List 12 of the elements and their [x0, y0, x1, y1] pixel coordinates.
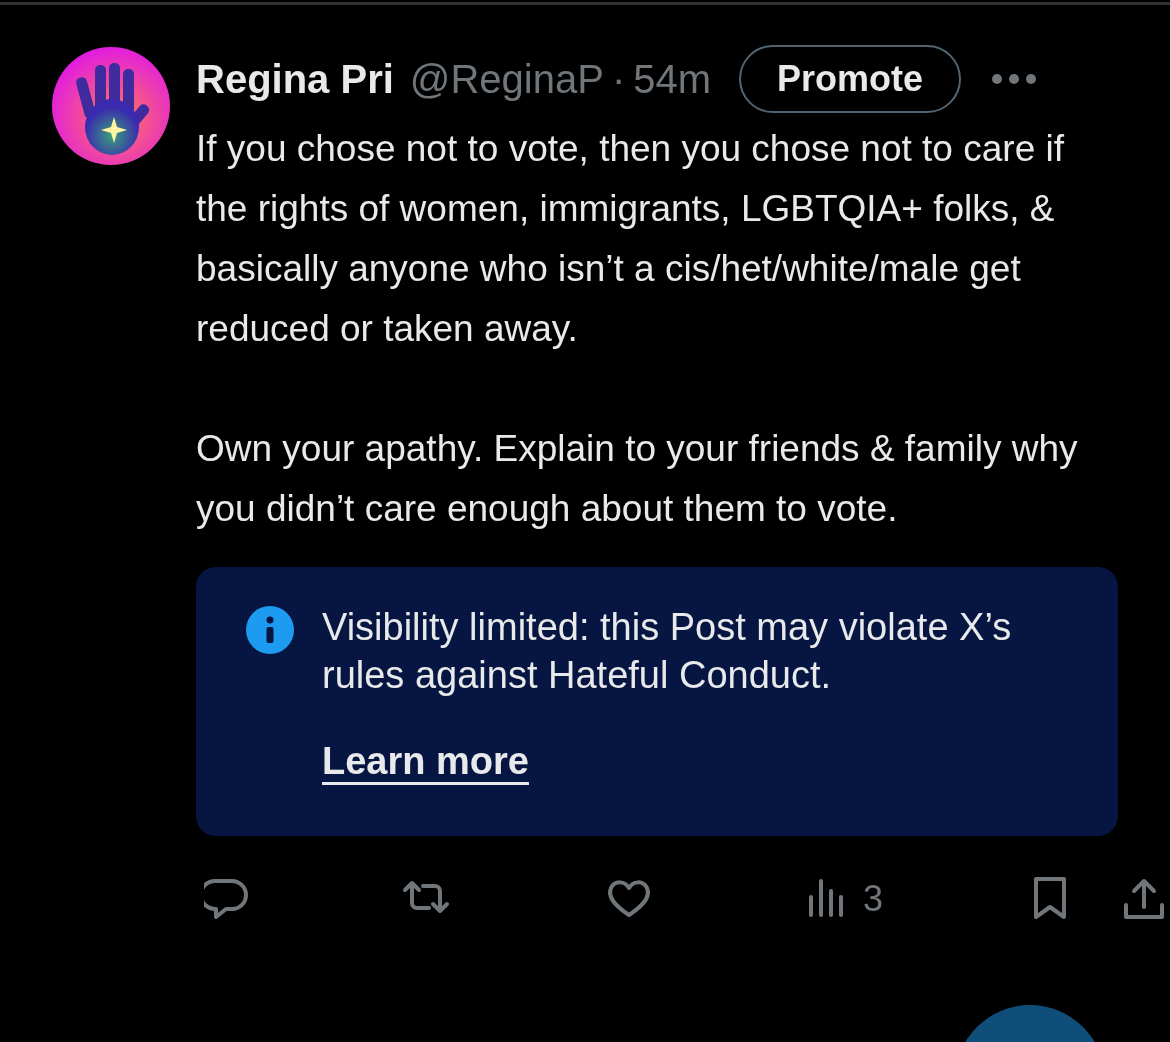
author-name[interactable]: Regina Pri [196, 59, 394, 99]
view-count: 3 [863, 881, 884, 917]
notice-text: Visibility limited: this Post may violate X’s rules against Hateful Conduct. [322, 605, 1013, 698]
post-text: If you chose not to vote, then you chose not to care if the rights of women, immigrants, LGBTQIA+ folks, & basically anyone who isn’t a cis/het/white/male get reduced or taken away. [196, 127, 1065, 351]
post-text: Own your apathy. Explain to your friends & family why you didn’t care enough about them to vote. [196, 427, 1079, 531]
post-time[interactable]: 54m [633, 59, 712, 99]
promote-button[interactable]: Promote [739, 45, 962, 113]
learn-more-link[interactable]: Learn more [322, 733, 529, 790]
author-handle[interactable]: @ReginaP [409, 59, 604, 99]
more-icon[interactable] [991, 73, 1038, 85]
info-icon [246, 606, 294, 654]
separator: · [611, 59, 626, 99]
